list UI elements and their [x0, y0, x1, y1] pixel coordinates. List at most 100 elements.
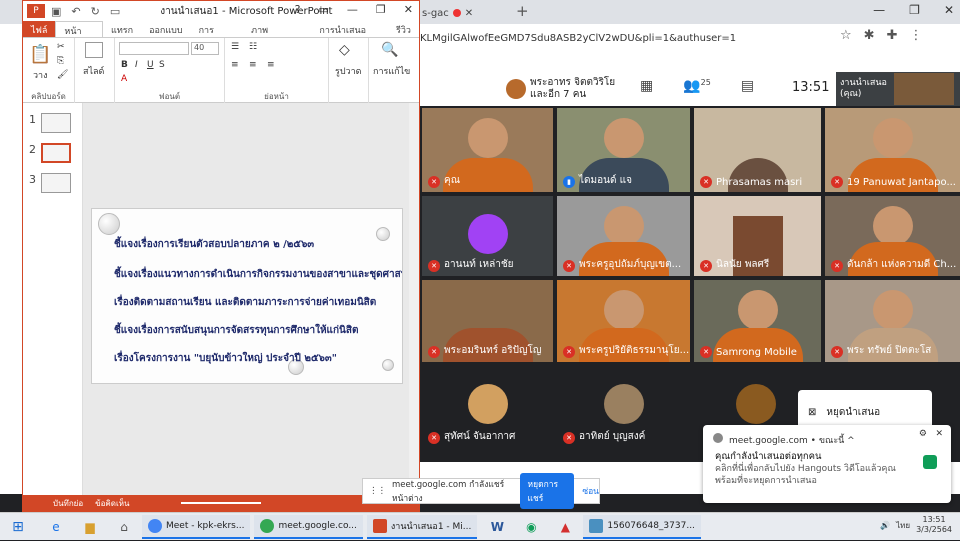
binoculars-icon[interactable]: 🔍 — [381, 42, 398, 58]
new-slide-icon[interactable] — [85, 42, 103, 58]
star-icon[interactable]: ☆ — [840, 28, 852, 43]
participant-tile[interactable]: ✕ พระครูอุปถัมภ์บุญเขต... — [557, 196, 690, 276]
participant-tile[interactable]: ✕ คุณ — [422, 108, 553, 192]
browser-tab[interactable]: s-gac ✕ — [422, 4, 514, 22]
lang-indicator[interactable]: ไทย — [896, 519, 910, 532]
maximize-button[interactable]: ❐ — [909, 3, 920, 17]
paste-button[interactable]: วาง — [33, 68, 48, 82]
self-presentation-tile[interactable]: งานนำเสนอ (คุณ) — [836, 72, 960, 106]
slide[interactable]: ชี้แจงเรื่องการเรียนตัวสอบปลายภาค ๒ /๒๕๖… — [91, 208, 403, 384]
address-bar[interactable]: KLMgilGAlwofEeGMD7Sdu8ASB2yClV2wDU&pli=1… — [420, 28, 860, 48]
file-explorer-icon[interactable]: ▆ — [76, 516, 104, 538]
participant-tile[interactable]: ✕ พระครูปริยัติธรรมานุโย... — [557, 280, 690, 362]
format-painter-icon[interactable]: 🖌 — [57, 70, 68, 80]
font-family-box[interactable] — [119, 42, 189, 55]
participant-avatar[interactable] — [736, 384, 776, 424]
tab-slideshow[interactable]: การนำเสนอสไลด์ — [311, 21, 388, 50]
word-icon[interactable]: W — [483, 516, 511, 538]
maximize-button[interactable]: ❐ — [376, 3, 386, 16]
taskbar-app-chrome-meet[interactable]: Meet - kpk-ekrs... — [142, 514, 251, 539]
close-button[interactable]: ✕ — [404, 3, 413, 16]
slide-thumbnail[interactable] — [41, 173, 71, 193]
edge-icon[interactable]: ◉ — [517, 516, 545, 538]
participant-tile[interactable]: ✕ พระอมรินทร์ อริปัญโญ — [422, 280, 553, 362]
participant-tile[interactable]: ✕ Phrasamas masri — [694, 108, 821, 192]
tab-review[interactable]: รีวิว — [388, 21, 419, 37]
ribbon-options-button[interactable]: ▭ — [319, 3, 329, 16]
participant-tile[interactable]: ▮ ไดมอนด์ แจ — [557, 108, 690, 192]
numbering-icon[interactable]: ☷ — [249, 42, 257, 52]
slideshow-icon[interactable]: ▭ — [110, 5, 120, 18]
participant-tile[interactable]: ✕ อานนท์ เหล่าชัย — [422, 196, 553, 276]
tab-design[interactable]: ออกแบบ — [141, 21, 191, 37]
menu-icon[interactable]: ⋮ — [909, 28, 922, 43]
tray-clock[interactable]: 13:51 3/3/2564 — [916, 515, 952, 535]
tab-close-icon[interactable]: ✕ — [465, 8, 473, 19]
notes-button[interactable]: บันทึกย่อ — [53, 497, 83, 510]
pdf-icon[interactable]: ▲ — [551, 516, 579, 538]
close-icon[interactable]: ✕ — [935, 429, 943, 439]
gear-icon[interactable]: ⚙ — [919, 429, 927, 439]
copy-icon[interactable]: ⎘ — [57, 56, 64, 66]
align-left-icon[interactable]: ≡ — [231, 60, 239, 70]
slide-thumbnail[interactable] — [41, 113, 71, 133]
chat-icon[interactable]: ▤ — [741, 78, 754, 94]
close-button[interactable]: ✕ — [944, 3, 954, 17]
align-center-icon[interactable]: ≡ — [249, 60, 257, 70]
paste-icon[interactable]: 📋 — [29, 44, 51, 65]
help-button[interactable]: ? — [295, 3, 301, 16]
new-tab-button[interactable]: + — [516, 2, 529, 20]
tab-file[interactable]: ไฟล์ — [23, 21, 56, 37]
participant-tile[interactable]: ✕ ดันกล้า แห่งความดี Ch... — [825, 196, 960, 276]
vertical-scrollbar[interactable] — [409, 103, 419, 495]
participant-tile[interactable]: ✕ พระ ทรัพย์ ปิตตะโส — [825, 280, 960, 362]
chrome-notification[interactable]: meet.google.com • ขณะนี้ ^ ⚙ ✕ คุณกำลังน… — [703, 425, 951, 503]
volume-icon[interactable]: 🔊 — [880, 521, 890, 530]
shapes-icon[interactable]: ◇ — [339, 42, 350, 58]
taskbar-app-image[interactable]: 156076648_3737... — [583, 514, 701, 539]
zoom-slider[interactable] — [181, 502, 262, 504]
participant-tile[interactable]: ✕ อาทิตย์ บุญสงค์ — [557, 366, 690, 448]
participant-tile[interactable]: ✕ 19 Panuwat Jantapo... — [825, 108, 960, 192]
font-color-button[interactable]: A — [121, 74, 127, 84]
extensions-icon[interactable]: ✱ — [864, 28, 875, 43]
bold-button[interactable]: B — [121, 60, 128, 70]
italic-button[interactable]: I — [135, 60, 138, 70]
ie-icon[interactable]: e — [42, 516, 70, 538]
stop-sharing-button[interactable]: หยุดการแชร์ — [519, 473, 575, 509]
participant-tile[interactable]: ✕ นิลนัย พลศรี — [694, 196, 821, 276]
slide-button[interactable]: สไลด์ — [83, 64, 104, 78]
underline-button[interactable]: U — [147, 60, 154, 70]
shapes-button[interactable]: รูปวาด — [335, 64, 362, 78]
tab-home[interactable]: หน้าแรก — [55, 21, 104, 51]
home-icon[interactable]: ⌂ — [110, 516, 138, 538]
save-icon[interactable]: ▣ — [51, 5, 61, 18]
slide-thumbnail-selected[interactable] — [41, 143, 71, 163]
windows-start-icon[interactable]: ⊞ — [0, 513, 36, 541]
minimize-button[interactable]: — — [347, 3, 358, 16]
undo-icon[interactable]: ↶ — [71, 5, 80, 18]
tab-insert[interactable]: แทรก — [103, 21, 141, 37]
cut-icon[interactable]: ✂ — [57, 42, 65, 52]
font-size-box[interactable]: 40 — [191, 42, 219, 55]
tray-date: 3/3/2564 — [916, 525, 952, 534]
puzzle-icon[interactable]: ✚ — [887, 28, 898, 43]
minimize-button[interactable]: — — [873, 3, 885, 17]
shadow-button[interactable]: S — [159, 60, 165, 70]
bullets-icon[interactable]: ☰ — [231, 42, 239, 52]
editing-button[interactable]: การแก้ไข — [373, 64, 410, 78]
align-right-icon[interactable]: ≡ — [267, 60, 275, 70]
hide-button[interactable]: ซ่อน — [582, 484, 599, 498]
redo-icon[interactable]: ↻ — [91, 5, 100, 18]
taskbar-app-powerpoint[interactable]: งานนำเสนอ1 - Mi... — [366, 514, 478, 539]
people-icon[interactable]: 👥25 — [683, 78, 711, 94]
share-grip-icon[interactable]: ⋮⋮ — [369, 486, 386, 496]
presenter-chip[interactable]: พระอาทร จิตตวิริโย และอีก 7 คน — [506, 75, 628, 103]
tab-transitions[interactable]: การเปลี่ยน — [191, 21, 244, 50]
participant-tile[interactable]: ✕ Samrong Mobile — [694, 280, 821, 362]
participant-tile[interactable]: ✕ สุทัศน์ จันอากาศ — [422, 366, 553, 448]
comments-button[interactable]: ข้อคิดเห็น — [95, 497, 129, 510]
taskbar-app-chrome[interactable]: meet.google.co... — [254, 514, 363, 539]
layout-icon[interactable]: ▦ — [640, 78, 653, 94]
tab-animations[interactable]: ภาพเคลื่อนไหว — [243, 21, 311, 50]
